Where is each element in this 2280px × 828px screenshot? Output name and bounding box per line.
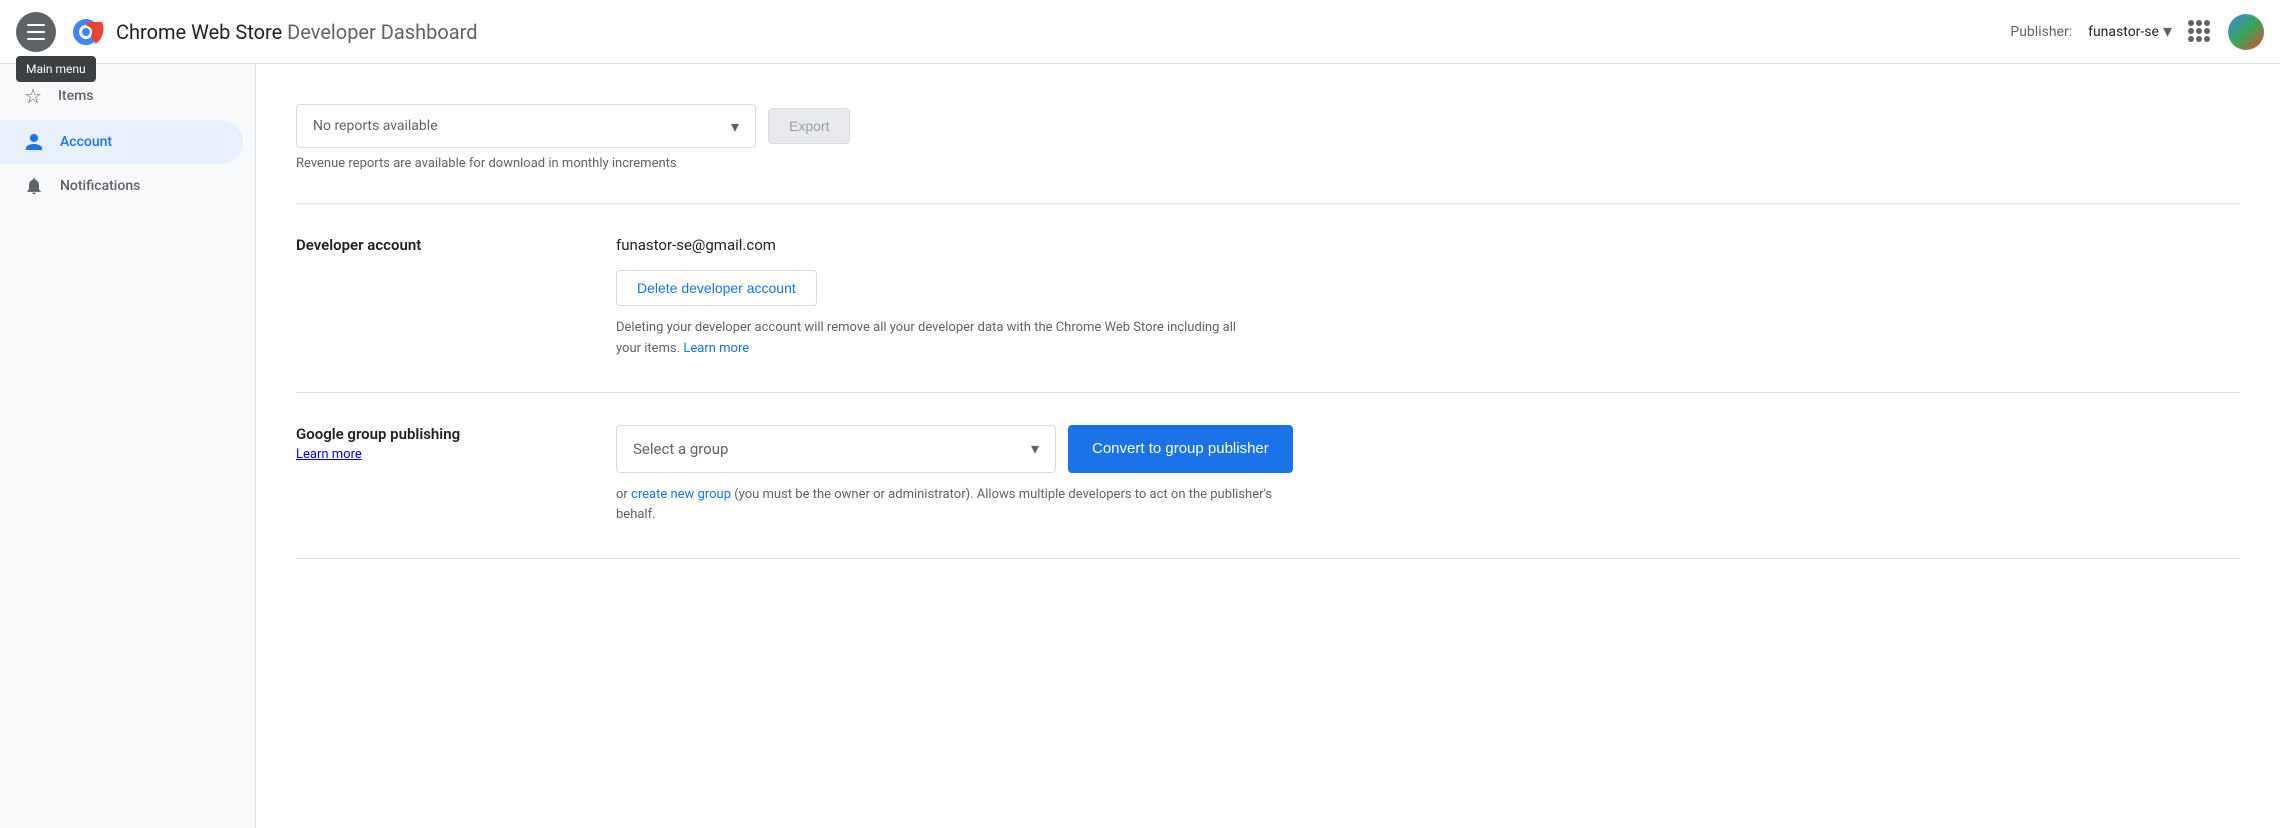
- reports-area: No reports available Export Revenue repo…: [296, 88, 2240, 204]
- account-icon: [24, 132, 44, 152]
- reports-dropdown-chevron-icon: [731, 117, 739, 136]
- menu-tooltip: Main menu: [16, 56, 96, 82]
- notifications-icon: [24, 176, 44, 196]
- main-content: No reports available Export Revenue repo…: [256, 64, 2280, 828]
- sidebar-item-notifications[interactable]: Notifications: [0, 164, 243, 208]
- reports-row: No reports available Export: [296, 104, 2240, 148]
- sidebar-item-account[interactable]: Account: [0, 120, 243, 164]
- delete-developer-account-button[interactable]: Delete developer account: [616, 270, 817, 306]
- sidebar-item-notifications-label: Notifications: [60, 178, 140, 194]
- header-left: Main menu Chrome Web Store Developer Das…: [16, 12, 2010, 52]
- header: Main menu Chrome Web Store Developer Das…: [0, 0, 2280, 64]
- sidebar: ☆ Items Account Notifications: [0, 64, 256, 828]
- export-button[interactable]: Export: [768, 108, 850, 144]
- group-row: Select a group Convert to group publishe…: [616, 425, 2240, 473]
- group-dropdown[interactable]: Select a group: [616, 425, 1056, 473]
- items-icon: ☆: [24, 84, 42, 108]
- group-dropdown-placeholder: Select a group: [633, 440, 728, 458]
- reports-dropdown[interactable]: No reports available: [296, 104, 756, 148]
- app-title: Chrome Web Store Developer Dashboard: [116, 20, 478, 44]
- delete-learn-more-link[interactable]: Learn more: [683, 341, 749, 356]
- group-publishing-section: Google group publishing Learn more Selec…: [296, 393, 2240, 560]
- group-dropdown-chevron-icon: [1031, 439, 1039, 458]
- avatar[interactable]: [2228, 14, 2264, 50]
- group-hint-before: or: [616, 487, 631, 502]
- group-publishing-content: Select a group Convert to group publishe…: [616, 425, 2240, 527]
- convert-to-group-publisher-button[interactable]: Convert to group publisher: [1068, 425, 1293, 473]
- header-right: Publisher: funastor-se ▾: [2010, 14, 2264, 50]
- publisher-chevron-icon: ▾: [2163, 21, 2172, 42]
- sidebar-item-account-label: Account: [60, 134, 112, 150]
- developer-account-section: Developer account funastor-se@gmail.com …: [296, 204, 2240, 393]
- menu-button[interactable]: [16, 12, 56, 52]
- apps-grid-icon[interactable]: [2188, 20, 2212, 44]
- layout: ☆ Items Account Notifications No reports…: [0, 64, 2280, 828]
- group-publishing-title: Google group publishing: [296, 425, 576, 443]
- reports-hint: Revenue reports are available for downlo…: [296, 156, 2240, 171]
- developer-account-label: Developer account: [296, 236, 576, 360]
- publisher-selector[interactable]: funastor-se ▾: [2088, 21, 2172, 42]
- create-new-group-link[interactable]: create new group: [631, 487, 731, 502]
- group-learn-more-link[interactable]: Learn more: [296, 447, 362, 462]
- delete-hint: Deleting your developer account will rem…: [616, 318, 1256, 360]
- developer-account-title: Developer account: [296, 236, 576, 254]
- group-publishing-label: Google group publishing Learn more: [296, 425, 576, 527]
- reports-dropdown-value: No reports available: [313, 118, 438, 134]
- group-hint: or create new group (you must be the own…: [616, 485, 1296, 527]
- publisher-label: Publisher:: [2010, 24, 2072, 40]
- chrome-logo-icon: [68, 14, 104, 50]
- sidebar-item-items-label: Items: [58, 88, 94, 104]
- developer-email: funastor-se@gmail.com: [616, 236, 2240, 254]
- developer-account-content: funastor-se@gmail.com Delete developer a…: [616, 236, 2240, 360]
